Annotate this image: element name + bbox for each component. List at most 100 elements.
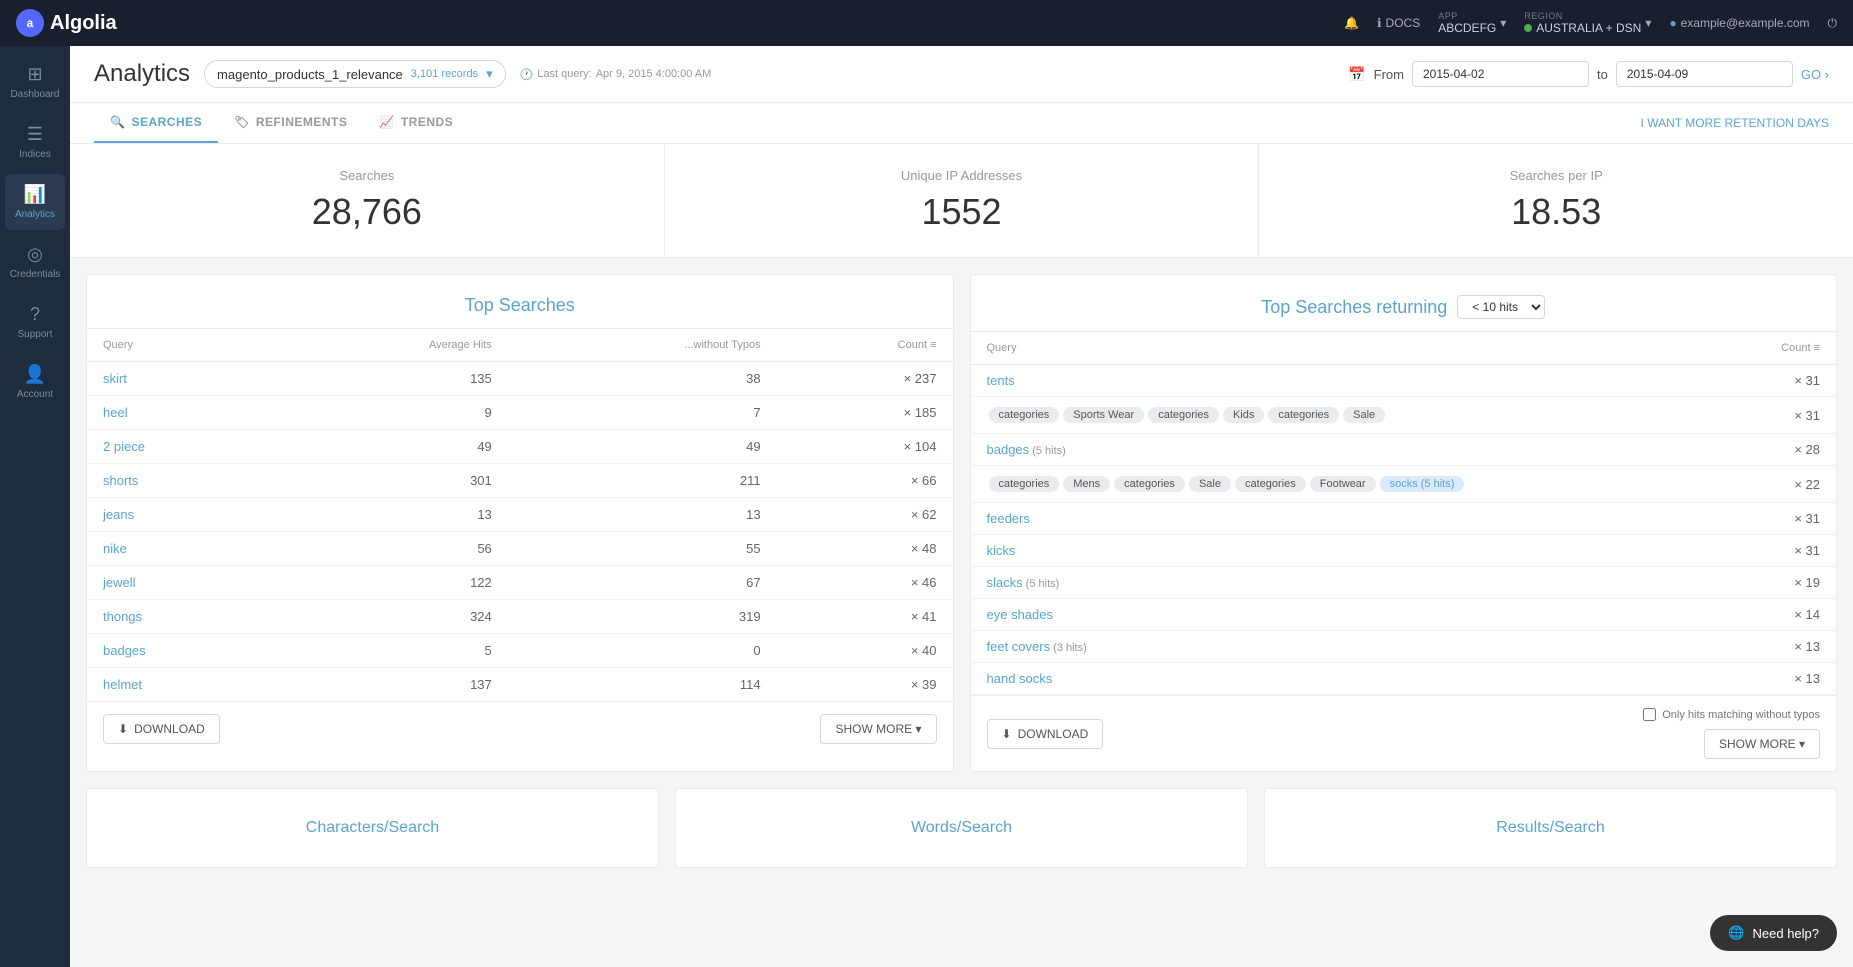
logo: a Algolia — [16, 9, 117, 37]
avg-hits-cell: 137 — [272, 668, 507, 702]
query-link[interactable]: eye shades — [987, 607, 1054, 622]
trends-tab-icon: 📈 — [379, 115, 394, 129]
download-button[interactable]: ⬇ DOWNLOAD — [103, 714, 220, 744]
count-cell: × 13 — [1731, 631, 1836, 663]
chevron-down-icon: ▾ — [1645, 16, 1651, 30]
sidebar-item-analytics[interactable]: 📊 Analytics — [5, 174, 65, 230]
tag: categories — [1235, 476, 1306, 492]
query-link[interactable]: helmet — [103, 677, 142, 692]
tag: Footwear — [1310, 476, 1376, 492]
sidebar: ⊞ Dashboard ☰ Indices 📊 Analytics ◎ Cred… — [0, 46, 70, 967]
checkbox-row: Only hits matching without typos — [1643, 708, 1820, 721]
calendar-icon: 📅 — [1348, 66, 1365, 83]
table-row: heel 9 7 × 185 — [87, 396, 953, 430]
table-row: shorts 301 211 × 66 — [87, 464, 953, 498]
count-cell: × 104 — [777, 430, 953, 464]
query-cell: badges (5 hits) — [971, 434, 1731, 466]
tab-list: 🔍 SEARCHES 🏷 REFINEMENTS 📈 TRENDS — [94, 103, 469, 143]
without-typos-cell: 7 — [508, 396, 777, 430]
table-row: badges 5 0 × 40 — [87, 634, 953, 668]
hint-text: (3 hits) — [1050, 642, 1087, 654]
without-typos-cell: 38 — [508, 362, 777, 396]
col-without-typos: ...without Typos — [508, 329, 777, 362]
col-count: Count ≡ — [777, 329, 953, 362]
sidebar-item-support[interactable]: ? Support — [5, 294, 65, 350]
power-button[interactable]: ⏻ — [1828, 16, 1838, 31]
show-more-button[interactable]: SHOW MORE ▾ — [820, 714, 936, 744]
count-cell: × 31 — [1731, 503, 1836, 535]
index-selector[interactable]: magento_products_1_relevance 3,101 recor… — [204, 60, 506, 88]
query-link[interactable]: tents — [987, 373, 1015, 388]
count-cell: × 31 — [1731, 365, 1836, 397]
query-link[interactable]: shorts — [103, 473, 138, 488]
query-link[interactable]: badges — [103, 643, 146, 658]
count-cell: × 62 — [777, 498, 953, 532]
count-cell: × 48 — [777, 532, 953, 566]
date-to-input[interactable] — [1616, 61, 1793, 87]
user-account[interactable]: ● example@example.com — [1669, 16, 1809, 30]
credentials-icon: ◎ — [27, 244, 43, 265]
query-link[interactable]: jeans — [103, 507, 134, 522]
query-link[interactable]: nike — [103, 541, 127, 556]
query-link[interactable]: heel — [103, 405, 128, 420]
analytics-tabs: 🔍 SEARCHES 🏷 REFINEMENTS 📈 TRENDS I WANT… — [70, 103, 1853, 144]
query-link[interactable]: badges — [987, 442, 1030, 457]
count-cell: × 41 — [777, 600, 953, 634]
search-tab-icon: 🔍 — [110, 115, 125, 129]
count-cell: × 46 — [777, 566, 953, 600]
query-link[interactable]: skirt — [103, 371, 127, 386]
query-link[interactable]: thongs — [103, 609, 142, 624]
tag: socks (5 hits) — [1380, 476, 1465, 492]
tab-trends[interactable]: 📈 TRENDS — [363, 103, 469, 143]
query-link[interactable]: feet covers — [987, 639, 1051, 654]
notification-button[interactable]: 🔔 — [1344, 16, 1359, 30]
tag: categories — [989, 476, 1060, 492]
top-searches-returning-header: Top Searches returning < 10 hits — [971, 275, 1837, 332]
sidebar-item-credentials[interactable]: ◎ Credentials — [5, 234, 65, 290]
typos-checkbox[interactable] — [1643, 708, 1656, 721]
avg-hits-cell: 5 — [272, 634, 507, 668]
avg-hits-cell: 301 — [272, 464, 507, 498]
query-link[interactable]: jewell — [103, 575, 136, 590]
tab-refinements[interactable]: 🏷 REFINEMENTS — [218, 103, 363, 143]
app-selector[interactable]: APP ABCDEFG ▾ — [1438, 11, 1506, 35]
date-from-input[interactable] — [1412, 61, 1589, 87]
table-row: 2 piece 49 49 × 104 — [87, 430, 953, 464]
hint-text: (5 hits) — [1023, 578, 1060, 590]
sidebar-item-account[interactable]: 👤 Account — [5, 354, 65, 410]
top-searches-returning-table: Query Count ≡ tents × 31 categoriesSport… — [971, 332, 1837, 695]
tab-searches[interactable]: 🔍 SEARCHES — [94, 103, 218, 143]
top-searches-footer: ⬇ DOWNLOAD SHOW MORE ▾ — [87, 701, 953, 756]
avg-hits-cell: 13 — [272, 498, 507, 532]
query-link[interactable]: hand socks — [987, 671, 1053, 686]
record-count: 3,101 records — [411, 68, 478, 80]
count-cell: × 13 — [1731, 663, 1836, 695]
date-range-picker: 📅 From to GO › — [1348, 61, 1829, 87]
show-more-returning-button[interactable]: SHOW MORE ▾ — [1704, 729, 1820, 759]
query-cell: slacks (5 hits) — [971, 567, 1731, 599]
help-icon: 🌐 — [1728, 925, 1744, 941]
hits-filter-selector[interactable]: < 10 hits — [1457, 295, 1545, 319]
words-per-search-card: Words/Search — [675, 788, 1248, 868]
user-icon: ● — [1669, 16, 1676, 30]
sidebar-item-indices[interactable]: ☰ Indices — [5, 114, 65, 170]
query-link[interactable]: slacks — [987, 575, 1023, 590]
download-returning-button[interactable]: ⬇ DOWNLOAD — [987, 719, 1104, 749]
col-avg-hits: Average Hits — [272, 329, 507, 362]
docs-link[interactable]: ℹ DOCS — [1377, 16, 1420, 30]
region-selector[interactable]: REGION AUSTRALIA + DSN ▾ — [1524, 11, 1651, 35]
help-button[interactable]: 🌐 Need help? — [1710, 915, 1837, 951]
go-button[interactable]: GO › — [1801, 67, 1829, 82]
sidebar-item-dashboard[interactable]: ⊞ Dashboard — [5, 54, 65, 110]
tag: Mens — [1063, 476, 1110, 492]
query-link[interactable]: 2 piece — [103, 439, 145, 454]
query-link[interactable]: kicks — [987, 543, 1016, 558]
retention-link[interactable]: I WANT MORE RETENTION DAYS — [1641, 116, 1829, 130]
without-typos-cell: 49 — [508, 430, 777, 464]
query-link[interactable]: feeders — [987, 511, 1030, 526]
query-cell: kicks — [971, 535, 1731, 567]
stat-searches-per-ip: Searches per IP 18.53 — [1259, 144, 1853, 257]
top-searches-returning-panel: Top Searches returning < 10 hits Query C… — [970, 274, 1838, 772]
tag: categories — [989, 407, 1060, 423]
table-row: tents × 31 — [971, 365, 1837, 397]
